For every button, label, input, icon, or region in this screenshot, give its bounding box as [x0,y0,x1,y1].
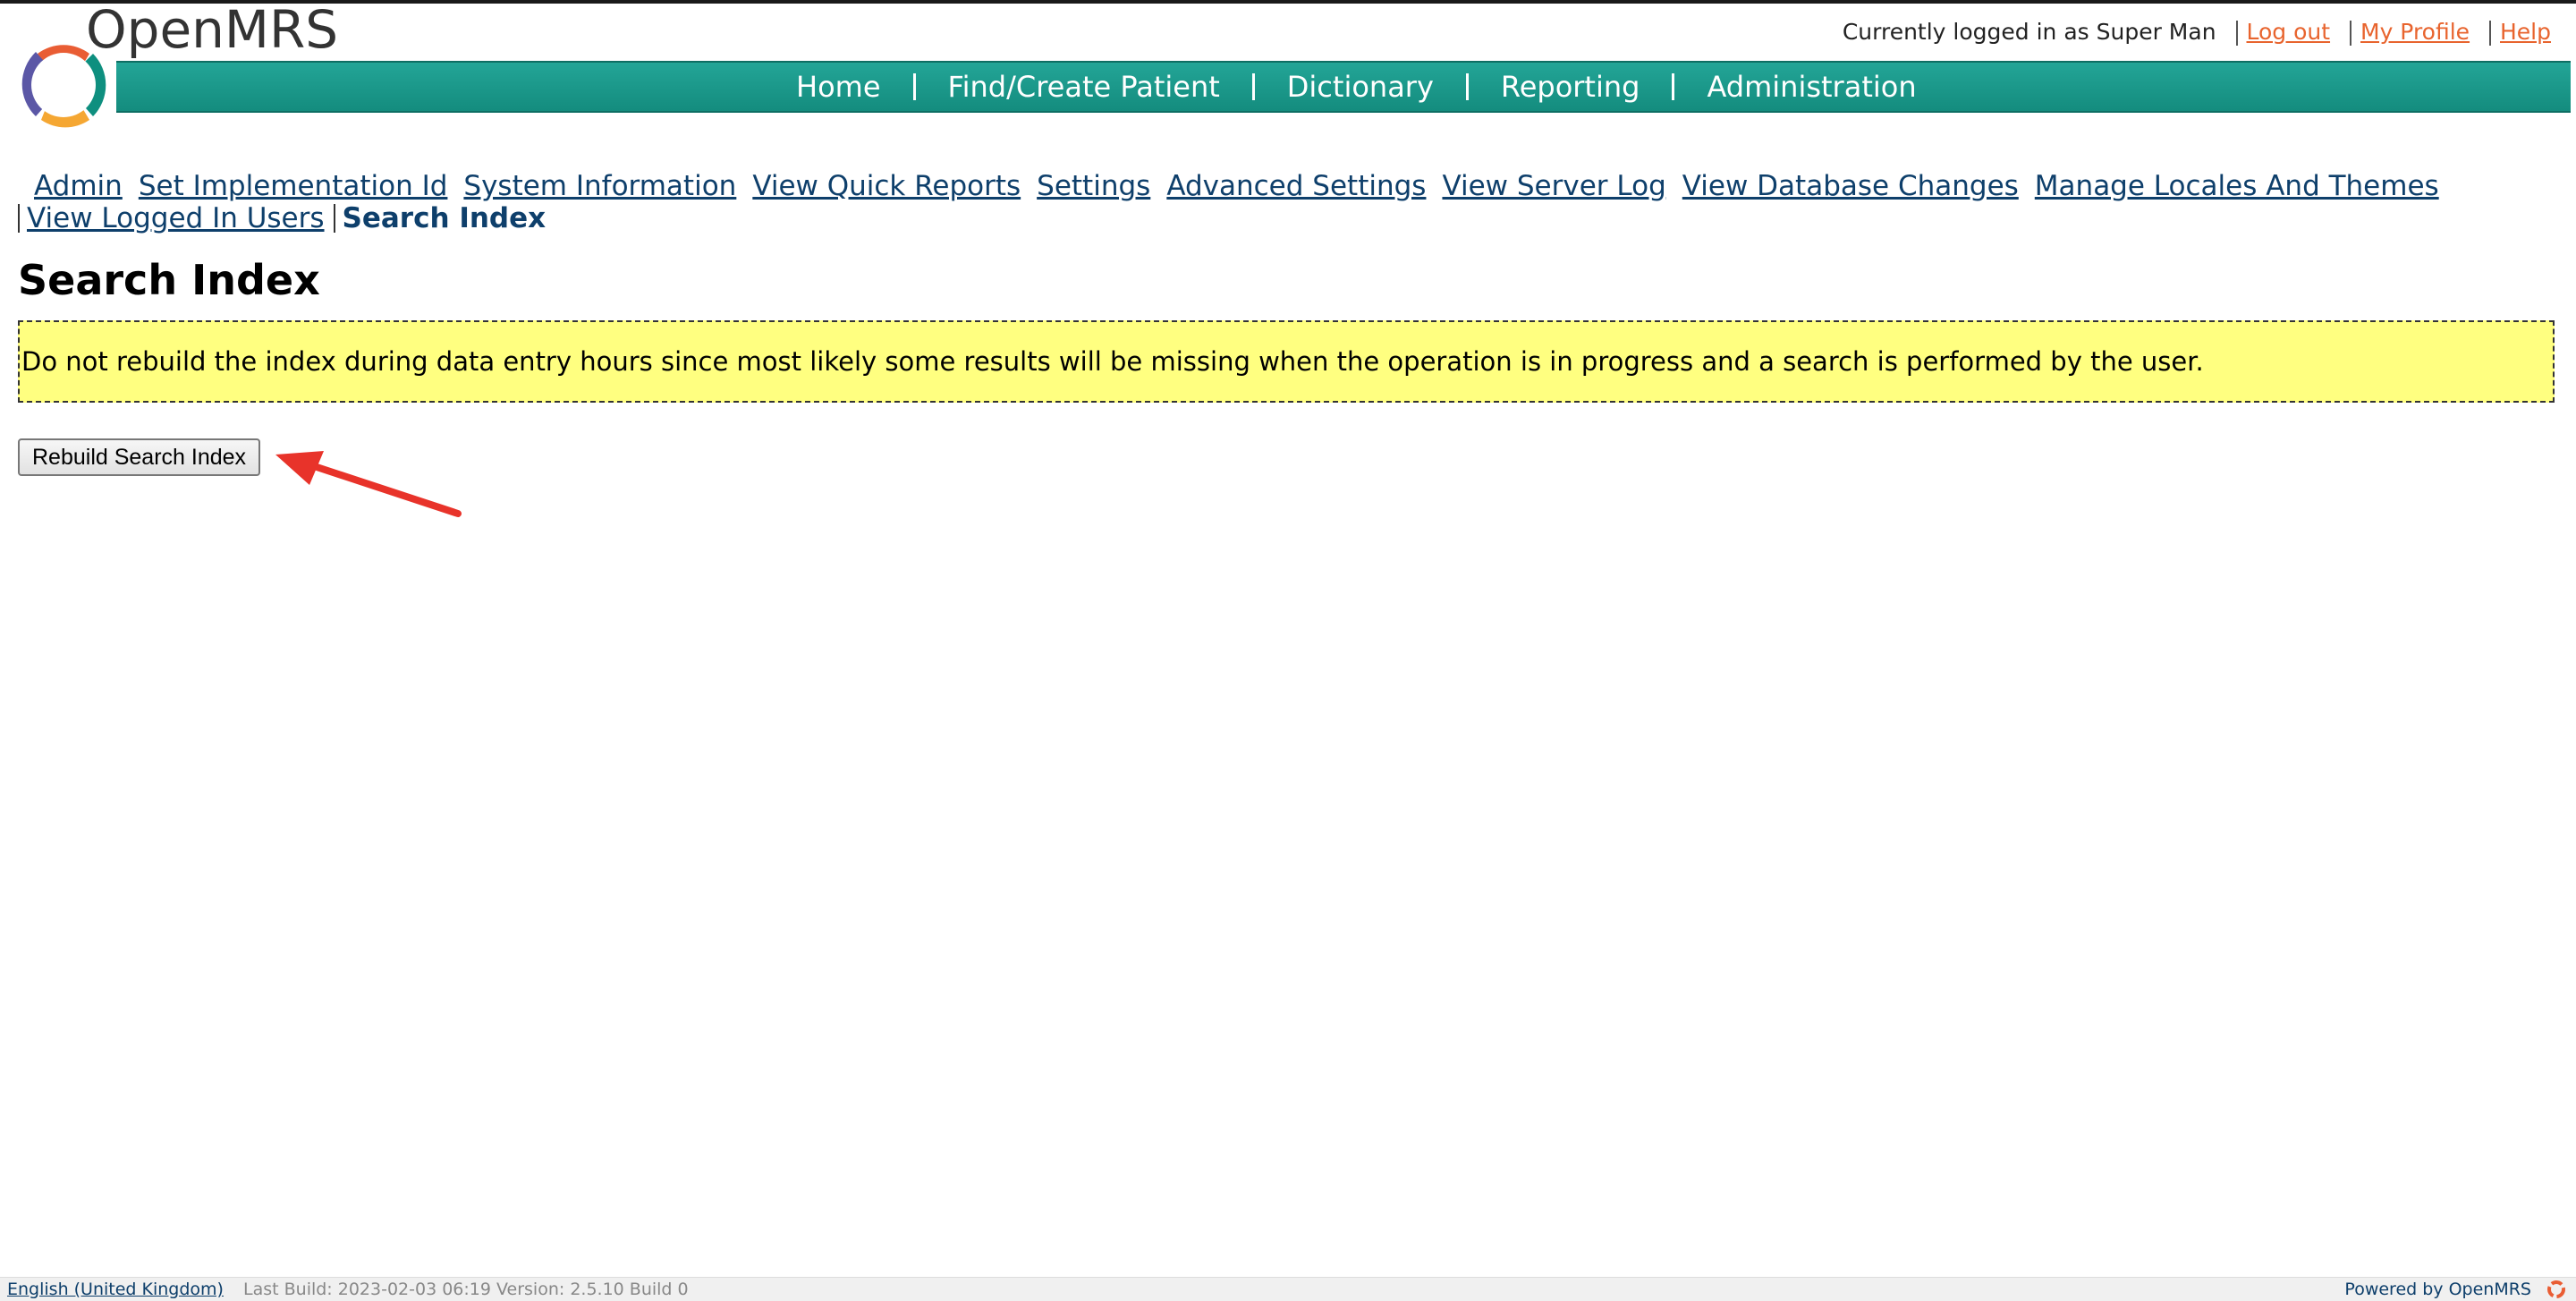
menu-separator [18,204,20,233]
menu-view-database-changes[interactable]: View Database Changes [1682,170,2019,202]
my-profile-link[interactable]: My Profile [2360,19,2470,45]
menu-view-server-log[interactable]: View Server Log [1442,170,1665,202]
menu-settings[interactable]: Settings [1037,170,1150,202]
menu-view-quick-reports[interactable]: View Quick Reports [752,170,1021,202]
admin-submenu: Admin Set Implementation Id System Infor… [18,170,2439,234]
nav-dictionary[interactable]: Dictionary [1287,70,1434,104]
separator [2235,21,2238,46]
menu-separator [333,204,335,233]
menu-set-implementation-id[interactable]: Set Implementation Id [139,170,448,202]
nav-reporting[interactable]: Reporting [1501,70,1640,104]
user-bar: Currently logged in as Super Man Log out… [1843,16,2551,48]
red-arrow-icon [275,451,462,517]
rebuild-search-index-button[interactable]: Rebuild Search Index [18,438,261,476]
menu-admin[interactable]: Admin [34,170,123,202]
warning-box: Do not rebuild the index during data ent… [18,320,2555,403]
footer-build-info: Last Build: 2023-02-03 06:19 Version: 2.… [243,1280,689,1299]
footer-locale-link[interactable]: English (United Kingdom) [7,1278,224,1301]
separator [2350,21,2351,46]
menu-search-index-current: Search Index [342,202,547,234]
nav-separator [1672,73,1675,100]
footer-powered-by: Powered by OpenMRS [2344,1280,2531,1299]
separator [2489,21,2491,46]
admin-submenu-row-1: Admin Set Implementation Id System Infor… [18,170,2439,202]
nav-separator [1465,73,1469,100]
page-title: Search Index [18,256,320,304]
main-navbar: Home Find/Create Patient Dictionary Repo… [116,61,2571,113]
menu-view-logged-in-users[interactable]: View Logged In Users [27,202,325,234]
openmrs-small-icon [2547,1280,2565,1298]
logged-in-text: Currently logged in as Super Man [1842,19,2216,45]
menu-manage-locales-and-themes[interactable]: Manage Locales And Themes [2035,170,2439,202]
menu-system-information[interactable]: System Information [463,170,736,202]
nav-administration[interactable]: Administration [1707,70,1916,104]
nav-find-create-patient[interactable]: Find/Create Patient [948,70,1220,104]
logout-link[interactable]: Log out [2247,19,2331,45]
help-link[interactable]: Help [2500,19,2551,45]
menu-advanced-settings[interactable]: Advanced Settings [1166,170,1426,202]
top-border [0,0,2576,4]
navbar-items: Home Find/Create Patient Dictionary Repo… [796,63,1917,111]
nav-separator [912,73,916,100]
brand-name: OpenMRS [86,0,339,60]
nav-separator [1251,73,1255,100]
admin-submenu-row-2: View Logged In Users Search Index [18,202,2397,234]
footer: English (United Kingdom) Last Build: 202… [0,1277,2576,1301]
nav-home[interactable]: Home [796,70,881,104]
